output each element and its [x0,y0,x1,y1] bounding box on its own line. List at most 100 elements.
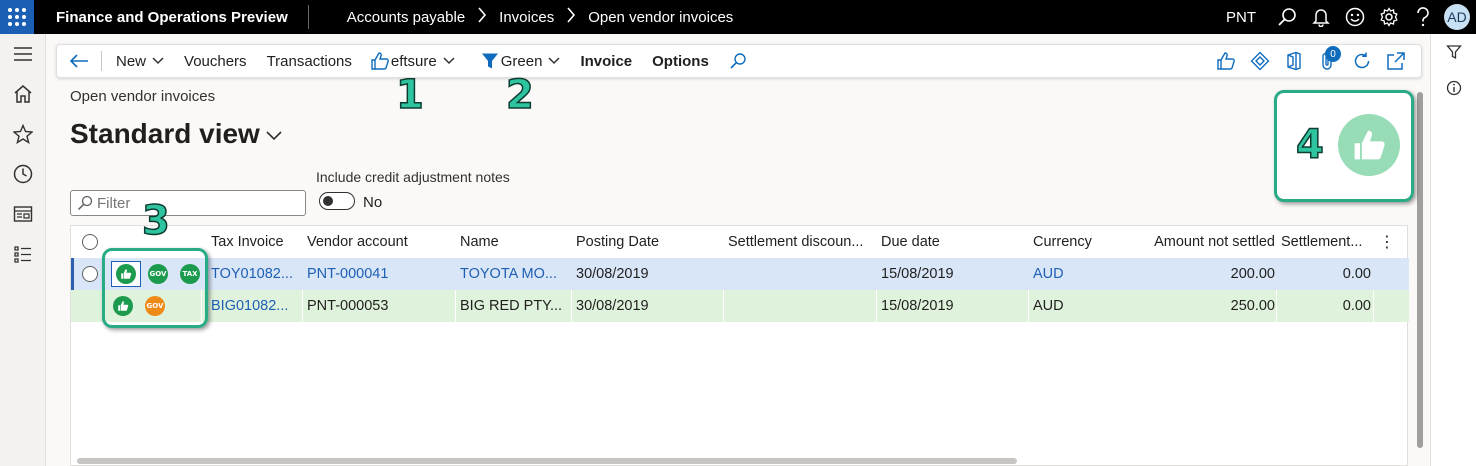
back-button[interactable] [61,45,97,77]
settlement-cell: 0.00 [1342,266,1371,282]
funnel-icon [481,53,498,69]
select-all-radio[interactable] [82,234,98,250]
annotation-number-4: 4 [1295,121,1324,169]
currency-cell: AUD [1033,298,1064,314]
search-icon [730,53,746,69]
right-rail [1430,34,1476,466]
column-header-settlement-discount[interactable]: Settlement discoun... [728,234,874,250]
column-header-vendor-account[interactable]: Vendor account [307,234,453,250]
open-in-new-window-button[interactable] [1379,45,1413,77]
power-apps-button[interactable] [1243,45,1277,77]
breadcrumb-accounts-payable[interactable]: Accounts payable [347,9,465,26]
breadcrumb-open-vendor-invoices[interactable]: Open vendor invoices [588,9,733,26]
horizontal-scrollbar[interactable] [77,458,1017,464]
chevron-down-icon [266,131,282,141]
amount-not-settled-cell: 250.00 [1230,298,1275,314]
divider [1276,290,1277,322]
divider [571,290,572,322]
invoice-tab[interactable]: Invoice [570,45,642,77]
action-search-button[interactable] [719,45,757,77]
filter-input[interactable] [97,194,297,212]
vertical-scrollbar[interactable] [1417,92,1423,448]
main-content: New Vouchers Transactions eftsure Green … [46,34,1430,466]
chevron-down-icon [152,57,164,65]
avatar[interactable]: AD [1444,4,1470,30]
transactions-button[interactable]: Transactions [257,45,362,77]
smiley-icon[interactable] [1338,0,1372,34]
eftsure-label: eftsure [390,52,437,70]
settlement-discount-cell [728,258,874,290]
column-header-posting-date[interactable]: Posting Date [576,234,721,250]
arrow-left-icon [69,54,88,68]
eftsure-verify-button[interactable] [1209,45,1243,77]
thumbs-up-icon [371,52,389,70]
posting-date-cell: 30/08/2019 [576,266,649,282]
credit-notes-toggle[interactable] [319,192,355,210]
column-header-currency[interactable]: Currency [1033,234,1133,250]
divider [1028,290,1029,322]
page-caption: Open vendor invoices [70,88,216,105]
search-icon[interactable] [1270,0,1304,34]
refresh-icon [1354,52,1370,69]
app-launcher-button[interactable] [0,0,34,34]
divider [307,5,309,29]
new-label: New [116,52,147,70]
filter-box[interactable] [70,190,306,216]
tax-invoice-link[interactable]: TOY01082... [211,258,303,290]
column-header-amount-not-settled[interactable]: Amount not settled [1139,234,1275,250]
options-tab[interactable]: Options [642,45,719,77]
currency-link[interactable]: AUD [1033,258,1133,290]
app-name[interactable]: Finance and Operations Preview [56,9,288,26]
popout-icon [1387,52,1405,70]
info-icon[interactable] [1431,70,1476,106]
column-header-name[interactable]: Name [460,234,570,250]
due-date-cell: 15/08/2019 [881,266,954,282]
divider [723,290,724,322]
green-filter-label: Green [500,52,543,70]
table-row[interactable]: GOV BIG01082... PNT-000053 BIG RED PTY..… [71,290,1409,322]
star-icon[interactable] [0,114,46,154]
invoice-grid: Tax Invoice Vendor account Name Posting … [70,225,1409,466]
column-header-settlement[interactable]: Settlement... [1281,234,1371,250]
new-button[interactable]: New [106,45,174,77]
breadcrumb-invoices[interactable]: Invoices [499,9,554,26]
vendor-account-link[interactable]: PNT-000041 [307,258,453,290]
vouchers-button[interactable]: Vouchers [174,45,257,77]
office-button[interactable] [1277,45,1311,77]
company-picker[interactable]: PNT [1226,9,1256,26]
row-select-radio[interactable] [82,266,98,282]
hamburger-icon[interactable] [0,34,46,74]
workspaces-icon[interactable] [0,194,46,234]
office-icon [1287,51,1301,71]
thumbs-up-icon [1217,52,1235,70]
credit-notes-value: No [363,194,383,211]
gear-icon[interactable] [1372,0,1406,34]
chevron-right-icon [566,7,576,27]
clock-icon[interactable] [0,154,46,194]
column-header-tax-invoice[interactable]: Tax Invoice [211,234,303,250]
posting-date-cell: 30/08/2019 [576,298,649,314]
filter-pane-icon[interactable] [1431,34,1476,70]
tax-invoice-link[interactable]: BIG01082... [211,290,303,322]
action-pane: New Vouchers Transactions eftsure Green … [56,44,1422,78]
table-row[interactable]: GOV TAX TOY01082... PNT-000041 TOYOTA MO… [71,258,1409,290]
divider [1373,290,1374,322]
settlement-cell: 0.00 [1342,298,1371,314]
vendor-name-link[interactable]: TOYOTA MO... [460,258,568,290]
modules-list-icon[interactable] [0,234,46,274]
view-selector[interactable]: Standard view [70,118,282,150]
refresh-button[interactable] [1345,45,1379,77]
bell-icon[interactable] [1304,0,1338,34]
chevron-right-icon [477,7,487,27]
chevron-down-icon [548,57,560,65]
attachments-button[interactable]: 0 [1311,45,1345,77]
annotation-number-1: 1 [395,71,424,119]
column-header-due-date[interactable]: Due date [881,234,1021,250]
home-icon[interactable] [0,74,46,114]
divider [101,51,102,71]
divider [455,290,456,322]
more-columns-icon[interactable]: ⋮ [1379,232,1389,252]
attachments-count-badge: 0 [1325,46,1341,62]
help-icon[interactable] [1406,0,1440,34]
annotation-number-2: 2 [505,71,534,119]
